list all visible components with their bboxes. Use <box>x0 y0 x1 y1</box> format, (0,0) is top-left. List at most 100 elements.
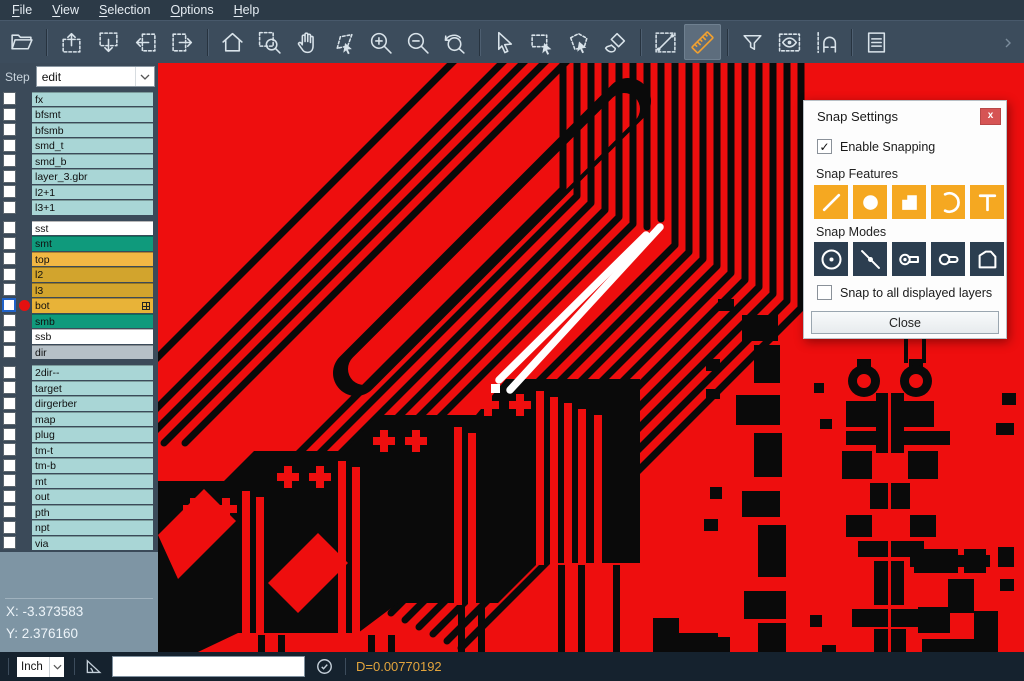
layer-visibility-checkbox[interactable] <box>3 221 16 234</box>
layer-name[interactable]: top <box>32 252 153 267</box>
layer-row-via[interactable]: via <box>0 535 158 551</box>
shift-right-button[interactable] <box>164 24 201 60</box>
zoom-area-button[interactable] <box>251 24 288 60</box>
layer-name[interactable]: mt <box>32 474 153 489</box>
enable-snapping-checkbox[interactable] <box>817 139 832 154</box>
layer-row-2dir--[interactable]: 2dir-- <box>0 365 158 381</box>
layer-visibility-checkbox[interactable] <box>3 490 16 503</box>
layer-row-dir[interactable]: dir <box>0 344 158 360</box>
snap-mode-slot-button[interactable] <box>931 242 965 276</box>
snap-mode-center-button[interactable] <box>814 242 848 276</box>
unit-dropdown[interactable]: Inch <box>17 657 64 677</box>
layer-row-bot[interactable]: bot <box>0 298 158 314</box>
menu-file[interactable]: File <box>2 3 42 17</box>
layer-visibility-checkbox[interactable] <box>3 170 16 183</box>
measure-input[interactable] <box>112 656 305 677</box>
snap-magnet-button[interactable] <box>808 24 845 60</box>
layer-row-l3+1[interactable]: l3+1 <box>0 200 158 216</box>
zoom-polygon-button[interactable] <box>325 24 362 60</box>
select-rect-button[interactable] <box>523 24 560 60</box>
layer-name[interactable]: l3+1 <box>32 200 153 215</box>
layer-name[interactable]: smb <box>32 314 153 329</box>
shift-up-button[interactable] <box>53 24 90 60</box>
layer-visibility-checkbox[interactable] <box>3 459 16 472</box>
layer-row-layer_3.gbr[interactable]: layer_3.gbr <box>0 169 158 185</box>
zoom-previous-button[interactable] <box>436 24 473 60</box>
layer-visibility-checkbox[interactable] <box>3 345 16 358</box>
layer-row-mt[interactable]: mt <box>0 473 158 489</box>
clear-brush-button[interactable] <box>597 24 634 60</box>
layer-row-smt[interactable]: smt <box>0 236 158 252</box>
measure-ruler-button[interactable] <box>684 24 721 60</box>
view-area-button[interactable] <box>771 24 808 60</box>
layer-visibility-checkbox[interactable] <box>3 397 16 410</box>
snap-feature-surface-button[interactable] <box>892 185 926 219</box>
menu-help[interactable]: Help <box>224 3 270 17</box>
layer-visibility-checkbox[interactable] <box>3 139 16 152</box>
open-file-button[interactable] <box>3 24 40 60</box>
layer-visibility-checkbox[interactable] <box>2 298 16 312</box>
select-polygon-button[interactable] <box>560 24 597 60</box>
pan-hand-button[interactable] <box>288 24 325 60</box>
shift-left-button[interactable] <box>127 24 164 60</box>
layer-name[interactable]: plug <box>32 427 153 442</box>
layer-name[interactable]: tm-t <box>32 443 153 458</box>
layer-row-sst[interactable]: sst <box>0 220 158 236</box>
layer-name[interactable]: out <box>32 489 153 504</box>
layer-name[interactable]: dirgerber <box>32 396 153 411</box>
layer-visibility-checkbox[interactable] <box>3 237 16 250</box>
snap-feature-arc-button[interactable] <box>931 185 965 219</box>
layer-name[interactable]: dir <box>32 345 153 360</box>
layer-visibility-checkbox[interactable] <box>3 108 16 121</box>
layer-name[interactable]: 2dir-- <box>32 365 153 380</box>
enable-snapping-option[interactable]: Enable Snapping <box>817 139 935 154</box>
layer-visibility-checkbox[interactable] <box>3 366 16 379</box>
layer-name[interactable]: l2+1 <box>32 185 153 200</box>
layer-name[interactable]: pth <box>32 505 153 520</box>
select-arrow-button[interactable] <box>486 24 523 60</box>
layer-visibility-checkbox[interactable] <box>3 268 16 281</box>
layer-name[interactable]: fx <box>32 92 153 107</box>
layer-visibility-checkbox[interactable] <box>3 521 16 534</box>
snap-all-layers-option[interactable]: Snap to all displayed layers <box>817 285 992 300</box>
layer-visibility-checkbox[interactable] <box>3 283 16 296</box>
layer-row-dirgerber[interactable]: dirgerber <box>0 396 158 412</box>
layer-name[interactable]: via <box>32 536 153 551</box>
snap-mode-contour-button[interactable] <box>970 242 1004 276</box>
layer-visibility-checkbox[interactable] <box>3 154 16 167</box>
layer-row-l3[interactable]: l3 <box>0 282 158 298</box>
layer-visibility-checkbox[interactable] <box>3 123 16 136</box>
layer-name[interactable]: bfsmt <box>32 107 153 122</box>
layer-form-button[interactable] <box>858 24 895 60</box>
layer-visibility-checkbox[interactable] <box>3 536 16 549</box>
layer-row-out[interactable]: out <box>0 489 158 505</box>
close-button[interactable]: Close <box>811 311 999 334</box>
layer-name[interactable]: tm-b <box>32 458 153 473</box>
layer-name[interactable]: smt <box>32 236 153 251</box>
dialog-close-icon[interactable]: x <box>980 108 1001 125</box>
layer-row-pth[interactable]: pth <box>0 504 158 520</box>
layer-name[interactable]: l2 <box>32 267 153 282</box>
snap-feature-pad-button[interactable] <box>853 185 887 219</box>
layer-name[interactable]: bot <box>32 298 153 313</box>
layer-row-fx[interactable]: fx <box>0 91 158 107</box>
snap-feature-text-button[interactable] <box>970 185 1004 219</box>
layer-name[interactable]: l3 <box>32 283 153 298</box>
layer-row-ssb[interactable]: ssb <box>0 329 158 345</box>
layer-visibility-checkbox[interactable] <box>3 252 16 265</box>
layer-name[interactable]: smd_t <box>32 138 153 153</box>
shift-down-button[interactable] <box>90 24 127 60</box>
layer-row-bfsmb[interactable]: bfsmb <box>0 122 158 138</box>
layer-visibility-checkbox[interactable] <box>3 330 16 343</box>
layer-row-top[interactable]: top <box>0 251 158 267</box>
toolbar-overflow-icon[interactable] <box>1004 35 1012 53</box>
layer-visibility-checkbox[interactable] <box>3 443 16 456</box>
layer-visibility-checkbox[interactable] <box>3 381 16 394</box>
filter-button[interactable] <box>734 24 771 60</box>
dialog-title-bar[interactable]: Snap Settings x <box>804 101 1006 127</box>
layer-visibility-checkbox[interactable] <box>3 314 16 327</box>
layer-visibility-checkbox[interactable] <box>3 412 16 425</box>
layer-row-plug[interactable]: plug <box>0 427 158 443</box>
step-dropdown[interactable]: edit <box>36 66 155 87</box>
layer-visibility-checkbox[interactable] <box>3 474 16 487</box>
